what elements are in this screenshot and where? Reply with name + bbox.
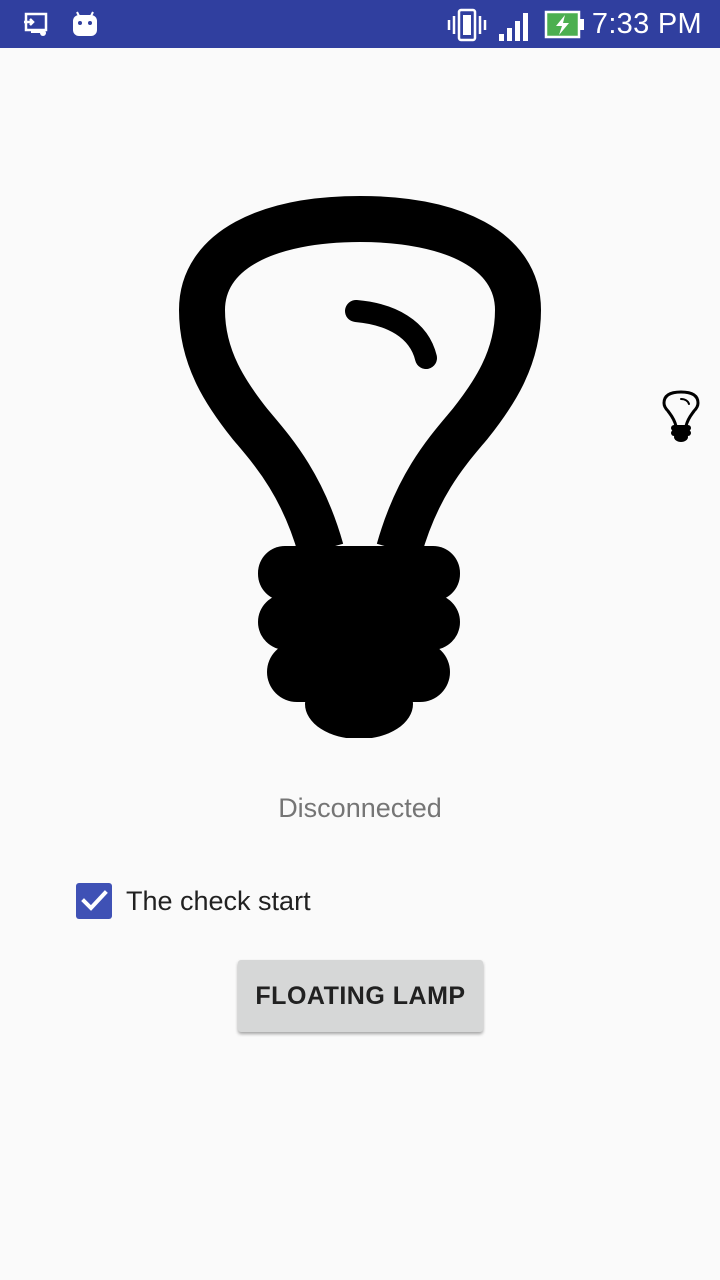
check-start-checkbox[interactable] (76, 883, 112, 919)
check-start-row[interactable]: The check start (76, 882, 311, 920)
android-icon (73, 11, 97, 36)
status-bar-time: 7:33 PM (591, 8, 702, 40)
status-bar: 7:33 PM (0, 0, 720, 48)
checkmark-icon (81, 890, 108, 911)
main-content: Disconnected The check start FLOATING LA… (0, 48, 720, 1280)
check-start-label[interactable]: The check start (126, 886, 311, 917)
vibrate-icon (447, 8, 487, 42)
connection-status-text: Disconnected (278, 793, 442, 823)
signal-icon (499, 13, 528, 41)
cast-screen-icon (24, 12, 48, 36)
battery-charging-icon (544, 10, 584, 39)
floating-lightbulb-icon[interactable] (662, 390, 700, 442)
lightbulb-icon (179, 196, 541, 738)
floating-lamp-button[interactable]: FLOATING LAMP (238, 960, 483, 1032)
